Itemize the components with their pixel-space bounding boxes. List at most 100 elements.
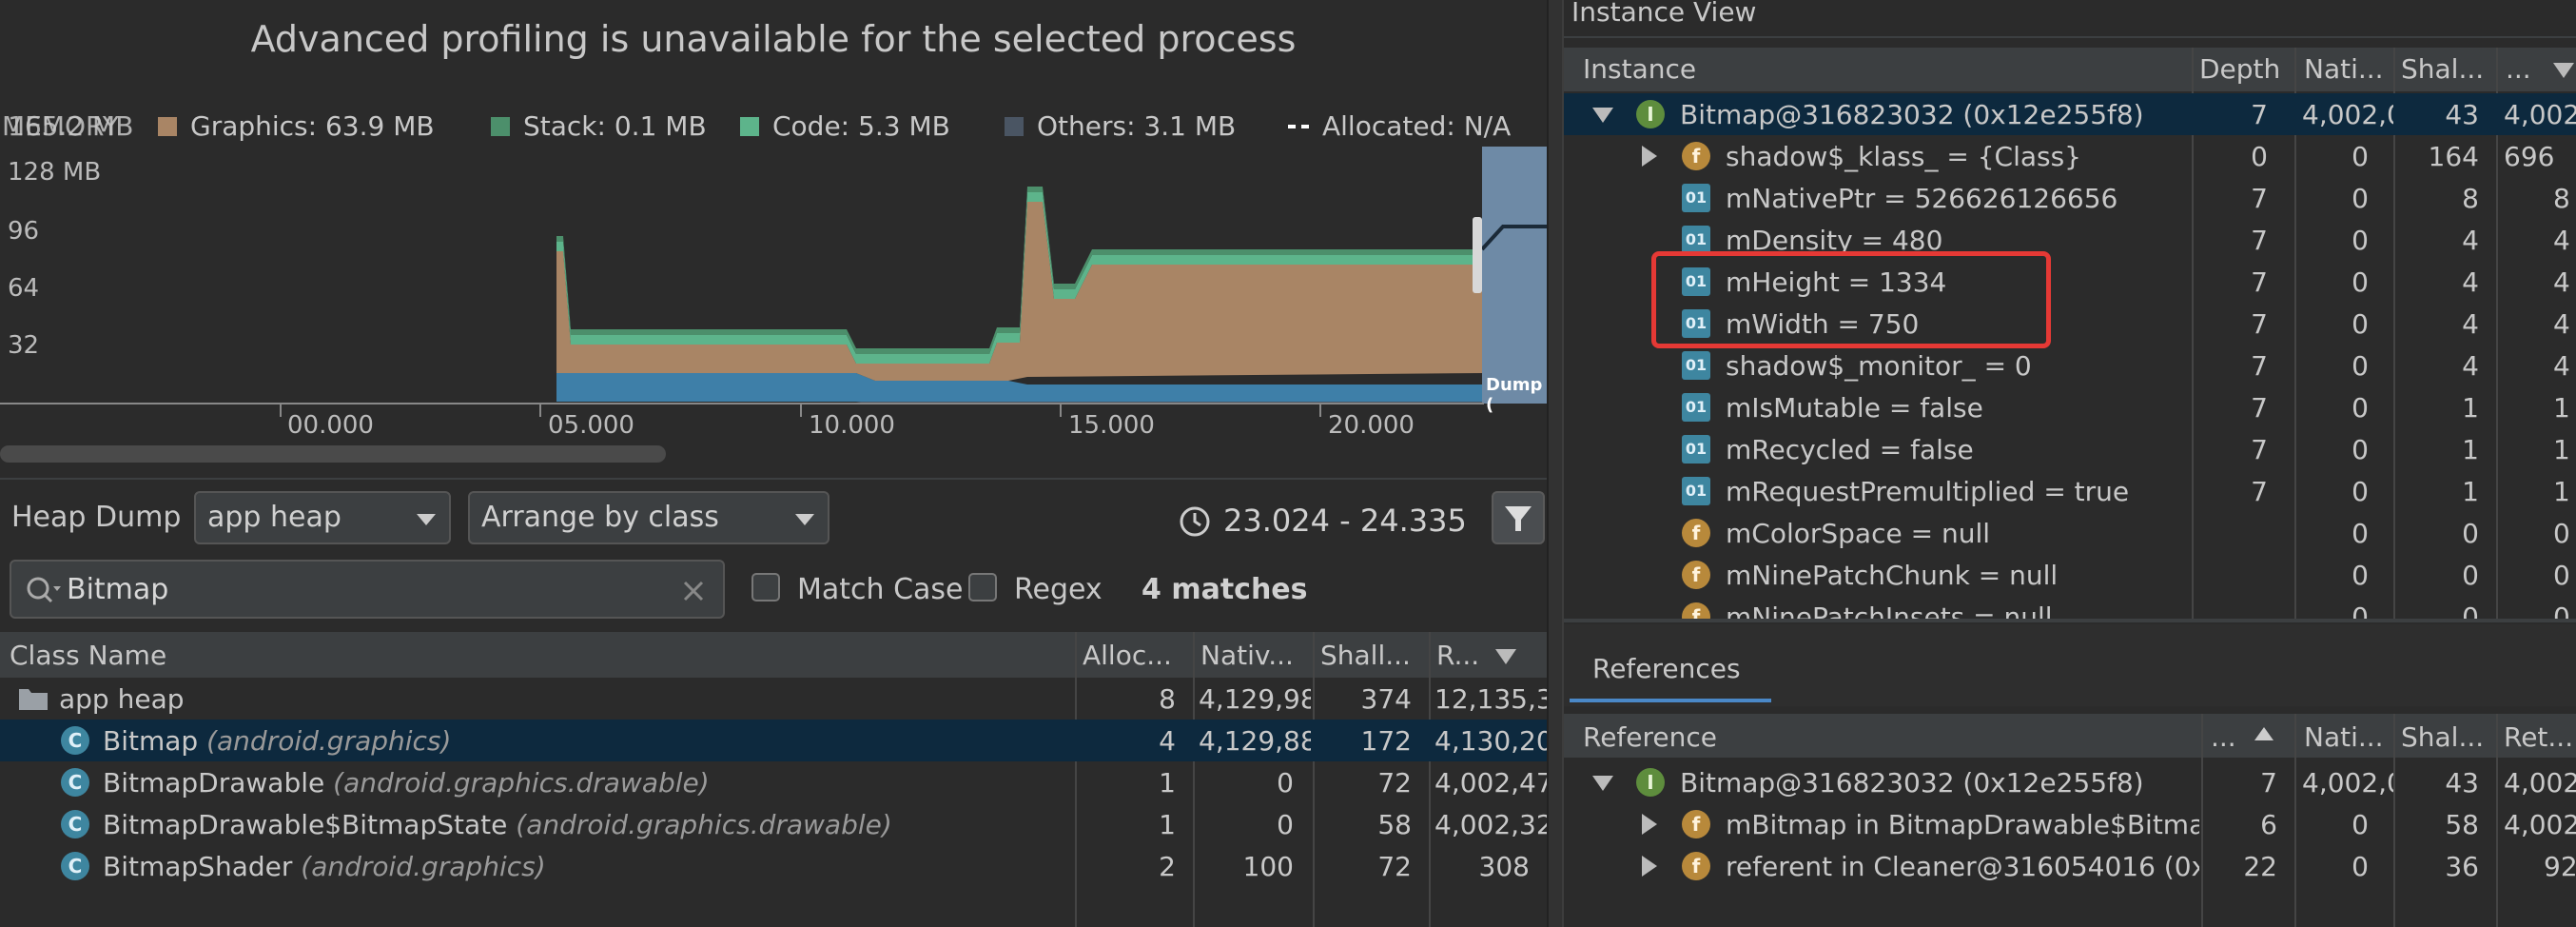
class-icon: C <box>61 852 89 880</box>
row-depth: 7 <box>2251 183 2268 214</box>
col-instance[interactable]: Instance <box>1583 53 1696 85</box>
table-row[interactable]: C BitmapDrawable (android.graphics.drawa… <box>0 761 1547 803</box>
match-case-label: Match Case <box>797 573 964 606</box>
instance-row[interactable]: f mNinePatchInsets = null 0 0 0 <box>1564 596 2576 619</box>
row-shallow: 164 <box>2428 141 2479 172</box>
col-shallow[interactable]: Shal... <box>2401 53 2484 85</box>
row-depth: 7 <box>2251 225 2268 256</box>
row-retained: 4,130,20 <box>1434 725 1547 757</box>
col-depth[interactable]: ... <box>2211 721 2236 753</box>
row-native: 100 <box>1242 851 1294 882</box>
row-name: app heap <box>59 683 185 715</box>
col-native[interactable]: Nativ... <box>1200 640 1294 671</box>
row-shallow: 72 <box>1377 767 1412 799</box>
col-reference[interactable]: Reference <box>1583 721 1717 753</box>
table-row[interactable]: C Bitmap (android.graphics) 4 4,129,88 1… <box>0 720 1547 761</box>
heap-select-value: app heap <box>207 501 342 534</box>
row-alloc: 2 <box>1159 851 1176 882</box>
col-native[interactable]: Nati... <box>2304 721 2384 753</box>
table-row[interactable]: C BitmapDrawable$BitmapState (android.gr… <box>0 803 1547 845</box>
col-sep <box>2393 48 2395 91</box>
row-retained: 8 <box>2553 183 2570 214</box>
divider <box>1564 36 2576 38</box>
others-swatch-icon <box>1005 116 1024 136</box>
row-alloc: 4 <box>1159 725 1176 757</box>
row-text: mColorSpace = null <box>1726 518 1991 549</box>
divider <box>1564 619 2576 622</box>
instance-row[interactable]: f shadow$_klass_ = {Class} 0 0 164 696 <box>1564 135 2576 177</box>
class-search-input[interactable]: Bitmap <box>10 560 725 619</box>
row-text: mRecycled = false <box>1726 434 1974 465</box>
y-tick-128: 128 MB <box>8 158 102 187</box>
row-text: mNinePatchInsets = null <box>1726 602 2053 619</box>
search-value: Bitmap <box>67 573 169 606</box>
instance-row[interactable]: I Bitmap@316823032 (0x12e255f8) 7 4,002,… <box>1564 93 2576 135</box>
expand-icon[interactable] <box>1592 108 1613 123</box>
y-tick-64: 64 <box>8 274 40 303</box>
row-shallow: 0 <box>2462 518 2479 549</box>
row-retained: 92 <box>2544 851 2576 882</box>
expand-icon[interactable] <box>1642 856 1657 877</box>
row-text: referent in Cleaner@316054016 (0x12d6 <box>1726 851 2199 882</box>
legend-graphics: Graphics: 63.9 MB <box>158 110 435 142</box>
legend-stack-text: Stack: 0.1 MB <box>523 110 707 142</box>
filter-button[interactable] <box>1492 491 1545 544</box>
instance-row[interactable]: 01 mNativePtr = 526626126656 7 0 8 8 <box>1564 177 2576 219</box>
col-retained[interactable]: R... <box>1436 640 1479 671</box>
reference-row[interactable]: I Bitmap@316823032 (0x12e255f8) 7 4,002,… <box>1564 761 2576 803</box>
regex-checkbox[interactable] <box>968 573 997 602</box>
expand-icon[interactable] <box>1642 146 1657 167</box>
instance-row[interactable]: 01 mIsMutable = false 7 0 1 1 <box>1564 386 2576 428</box>
instance-row[interactable]: f mColorSpace = null 0 0 0 <box>1564 512 2576 554</box>
instance-table-header: Instance Depth Nati... Shal... ... <box>1564 48 2576 91</box>
instance-row[interactable]: 01 mRecycled = false 7 0 1 1 <box>1564 428 2576 470</box>
col-retained[interactable]: ... <box>2506 53 2531 85</box>
col-shallow[interactable]: Shal... <box>2401 721 2484 753</box>
row-native: 0 <box>2352 560 2369 591</box>
row-shallow: 1 <box>2462 392 2479 424</box>
graphics-swatch-icon <box>158 116 177 136</box>
col-shallow[interactable]: Shall... <box>1320 640 1411 671</box>
col-class-name[interactable]: Class Name <box>10 640 166 671</box>
row-class: BitmapDrawable <box>103 767 325 799</box>
heap-select[interactable]: app heap <box>194 491 451 544</box>
field-icon: f <box>1682 810 1710 838</box>
expand-icon[interactable] <box>1592 776 1613 791</box>
row-native: 4,002,0 <box>2302 99 2393 130</box>
reference-row[interactable]: f mBitmap in BitmapDrawable$BitmapState … <box>1564 803 2576 845</box>
instance-row[interactable]: 01 shadow$_monitor_ = 0 7 0 4 4 <box>1564 345 2576 386</box>
row-retained: 308 <box>1478 851 1530 882</box>
field-icon: f <box>1682 142 1710 170</box>
row-shallow: 8 <box>2462 183 2479 214</box>
row-shallow: 374 <box>1360 683 1412 715</box>
instance-row[interactable]: 01 mRequestPremultiplied = true 7 0 1 1 <box>1564 470 2576 512</box>
x-tick-0: 00.000 <box>287 411 374 440</box>
chevron-down-icon <box>2553 63 2574 78</box>
arrange-select[interactable]: Arrange by class <box>468 491 829 544</box>
dump-handle <box>1473 217 1482 293</box>
row-depth: 7 <box>2251 392 2268 424</box>
reference-row[interactable]: f referent in Cleaner@316054016 (0x12d6 … <box>1564 845 2576 887</box>
expand-icon[interactable] <box>1642 814 1657 835</box>
col-depth[interactable]: Depth <box>2199 53 2280 85</box>
memory-profiler-pane: Advanced profiling is unavailable for th… <box>0 0 1547 927</box>
row-text: Bitmap@316823032 (0x12e255f8) <box>1680 99 2144 130</box>
col-sep <box>2496 48 2498 91</box>
pane-splitter[interactable] <box>1547 0 1564 927</box>
col-alloc[interactable]: Alloc... <box>1083 640 1172 671</box>
match-case-checkbox[interactable] <box>751 573 780 602</box>
row-native: 4,002,0 <box>2302 767 2393 799</box>
table-row[interactable]: C BitmapShader (android.graphics) 2 100 … <box>0 845 1547 887</box>
col-retained[interactable]: Ret... <box>2504 721 2573 753</box>
timeline-scrollbar[interactable] <box>0 445 666 463</box>
table-row[interactable]: app heap 8 4,129,98 374 12,135,3 <box>0 678 1547 720</box>
clock-icon <box>1178 504 1212 545</box>
y-tick-32: 32 <box>8 331 40 360</box>
clear-search-icon[interactable] <box>681 579 706 603</box>
row-text: mIsMutable = false <box>1726 392 1983 424</box>
instance-row[interactable]: f mNinePatchChunk = null 0 0 0 <box>1564 554 2576 596</box>
col-native[interactable]: Nati... <box>2304 53 2384 85</box>
class-table-header: Class Name Alloc... Nativ... Shall... R.… <box>0 632 1547 678</box>
row-package: (android.graphics) <box>206 725 452 757</box>
tab-references[interactable]: References <box>1592 653 1741 684</box>
